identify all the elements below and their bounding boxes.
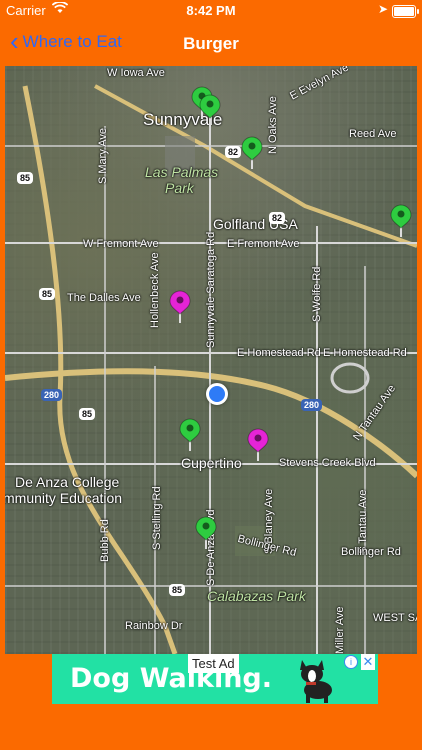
map-label: W Fremont Ave bbox=[83, 238, 159, 250]
map-label: S Tantau Ave bbox=[357, 489, 369, 554]
map-pin[interactable] bbox=[179, 418, 201, 452]
map-label: Hollenbeck Ave bbox=[149, 252, 161, 328]
map-label: Calabazas Park bbox=[207, 588, 306, 604]
map-label: Rainbow Dr bbox=[125, 620, 183, 632]
map-label: Miller Ave bbox=[334, 606, 346, 654]
map-label: Stevens Creek Blvd bbox=[279, 457, 376, 469]
map-view[interactable]: W Iowa Ave Sunnyvale E Evelyn Ave S Mary… bbox=[5, 66, 417, 654]
highway-shield: 85 bbox=[169, 584, 186, 596]
map-label: Bubb Rd bbox=[99, 519, 111, 562]
map-pin[interactable] bbox=[390, 204, 412, 238]
map-label: Cupertino bbox=[181, 455, 242, 471]
map-label: The Dalles Ave bbox=[67, 292, 141, 304]
ad-info-icon[interactable]: i bbox=[344, 655, 358, 669]
map-label: mmunity Education bbox=[5, 490, 123, 506]
highway-shield: 82 bbox=[225, 146, 242, 158]
battery-icon bbox=[392, 5, 419, 18]
map-label: Bollinger Rd bbox=[341, 546, 401, 558]
highway-shield: 280 bbox=[301, 399, 323, 411]
map-label: S Mary Ave bbox=[97, 127, 109, 184]
map-label: Sunnyvale Saratoga Rd bbox=[205, 231, 217, 348]
map-label: E Homestead Rd bbox=[237, 347, 321, 359]
ad-text: Dog Walking. bbox=[70, 663, 272, 694]
status-bar: Carrier 8:42 PM ➤ bbox=[0, 0, 422, 22]
map-label: Las Palmas bbox=[145, 164, 219, 180]
ad-close-icon[interactable]: ✕ bbox=[361, 654, 375, 670]
page-title: Burger bbox=[183, 34, 239, 53]
highway-shield: 85 bbox=[39, 288, 56, 300]
highway-shield: 85 bbox=[17, 172, 34, 184]
map-label: De Anza College bbox=[15, 474, 120, 490]
map-pin[interactable] bbox=[169, 290, 191, 324]
map-label: E Fremont Ave bbox=[227, 238, 300, 250]
clock: 8:42 PM bbox=[186, 3, 236, 18]
map-label: Reed Ave bbox=[349, 128, 397, 140]
map-pin[interactable] bbox=[241, 136, 263, 170]
location-arrow-icon: ➤ bbox=[377, 2, 388, 16]
highway-shield: 280 bbox=[41, 389, 63, 401]
map-pin[interactable] bbox=[247, 428, 269, 462]
map-label: S Wolfe Rd bbox=[311, 266, 323, 322]
map-label: N Oaks Ave bbox=[267, 96, 279, 154]
dog-icon bbox=[292, 656, 342, 704]
map-label: Golfland USA bbox=[213, 216, 298, 232]
current-location-dot bbox=[206, 383, 228, 405]
map-label: E Homestead Rd bbox=[323, 347, 407, 359]
navigation-bar: ‹ Where to Eat Burger bbox=[0, 22, 422, 66]
test-ad-badge: Test Ad bbox=[188, 654, 239, 673]
map-label: S Stelling Rd bbox=[151, 486, 163, 550]
map-pin[interactable] bbox=[199, 94, 221, 128]
map-label: W Iowa Ave bbox=[107, 67, 165, 79]
ad-banner[interactable]: Dog Walking. Test Ad i ✕ bbox=[52, 654, 378, 704]
map-pin[interactable] bbox=[195, 516, 217, 550]
map-label: Park bbox=[165, 180, 194, 196]
map-label: WEST SA bbox=[373, 612, 417, 624]
highway-shield: 82 bbox=[269, 212, 286, 224]
highway-shield: 85 bbox=[79, 408, 96, 420]
